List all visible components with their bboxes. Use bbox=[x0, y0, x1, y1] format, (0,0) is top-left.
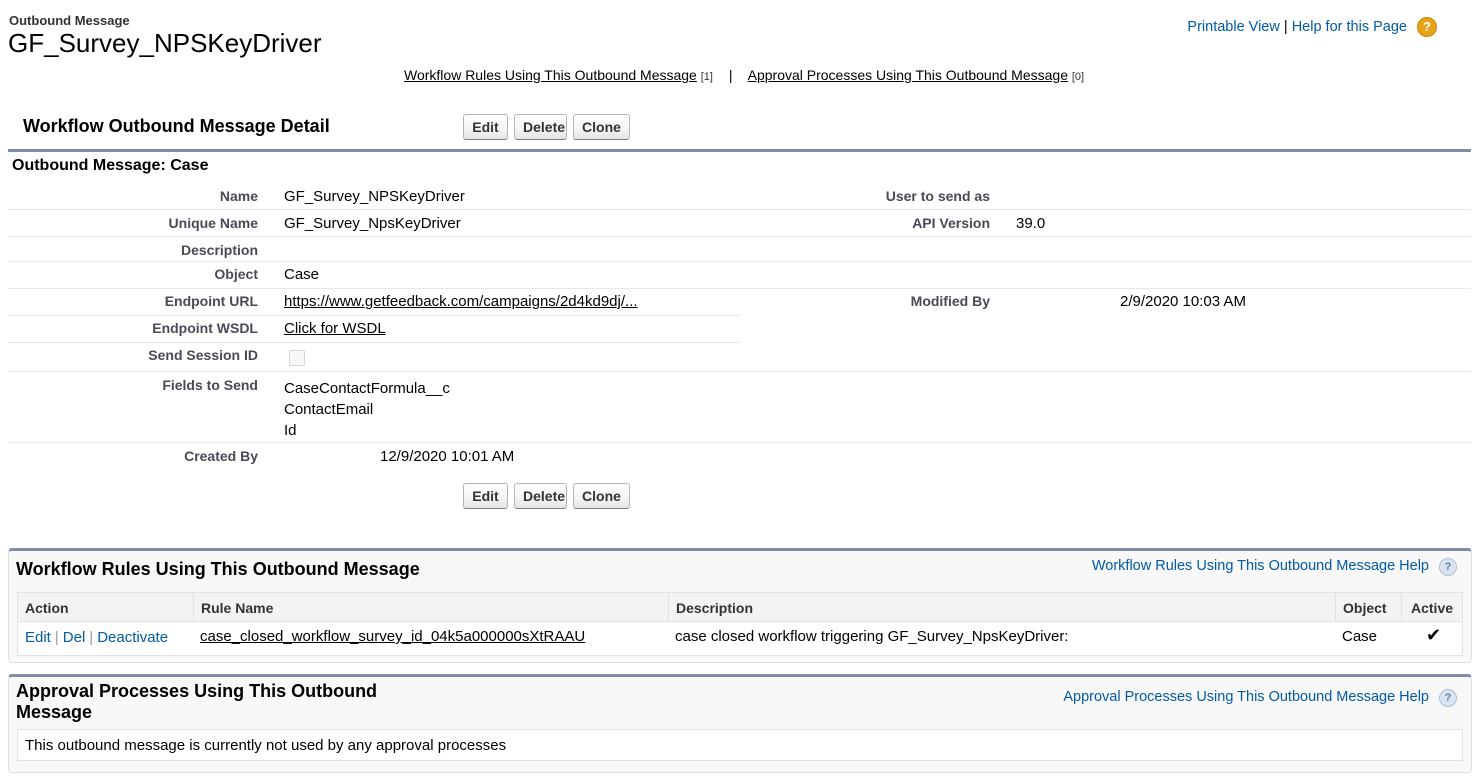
unique-name-value: GF_Survey_NpsKeyDriver bbox=[284, 215, 461, 232]
row-divider bbox=[8, 315, 740, 316]
help-for-page-link[interactable]: Help for this Page bbox=[1292, 19, 1407, 35]
action-separator: | bbox=[54, 629, 59, 646]
row-divider bbox=[8, 371, 1471, 372]
fields-to-send-list: CaseContactFormula__c ContactEmail Id bbox=[284, 378, 450, 441]
delete-button-bottom[interactable]: Delete bbox=[514, 483, 567, 509]
rule-description: case closed workflow triggering GF_Surve… bbox=[675, 628, 1069, 645]
edit-button-bottom[interactable]: Edit bbox=[463, 483, 508, 509]
modified-by-value: 2/9/2020 10:03 AM bbox=[1120, 293, 1246, 310]
object-value: Case bbox=[284, 266, 320, 283]
approval-empty-message: This outbound message is currently not u… bbox=[25, 737, 507, 754]
page-title: GF_Survey_NPSKeyDriver bbox=[8, 28, 322, 58]
column-header-object: Object bbox=[1343, 600, 1387, 616]
api-version-label: API Version bbox=[912, 215, 990, 231]
detail-top-rule bbox=[8, 149, 1471, 152]
related-list-links: Workflow Rules Using This Outbound Messa… bbox=[404, 67, 1084, 83]
api-version-value: 39.0 bbox=[1016, 215, 1046, 232]
row-divider bbox=[8, 261, 1471, 262]
approval-title-line: Approval Processes Using This Outbound bbox=[16, 681, 378, 701]
page-type: Outbound Message bbox=[9, 13, 130, 28]
workflow-rules-related-list: Workflow Rules Using This Outbound Messa… bbox=[8, 548, 1472, 663]
action-separator: | bbox=[89, 629, 94, 646]
column-divider bbox=[668, 593, 669, 621]
field-item: Id bbox=[284, 422, 297, 439]
clone-button-bottom[interactable]: Clone bbox=[573, 483, 630, 509]
workflow-rules-count: [1] bbox=[700, 71, 713, 83]
column-divider bbox=[1401, 593, 1402, 621]
related-links-separator: | bbox=[728, 67, 733, 83]
section-title: Outbound Message: Case bbox=[12, 157, 209, 174]
deactivate-rule-link[interactable]: Deactivate bbox=[97, 629, 168, 646]
field-item: ContactEmail bbox=[284, 401, 374, 418]
row-divider bbox=[8, 442, 1471, 443]
active-checkmark-icon: ✔ bbox=[1426, 625, 1442, 645]
workflow-rules-list-title: Workflow Rules Using This Outbound Messa… bbox=[16, 559, 420, 579]
row-divider bbox=[8, 342, 740, 343]
workflow-rules-table: Action Rule Name Description Object Acti… bbox=[17, 592, 1463, 656]
approval-title-line: Message bbox=[16, 702, 93, 722]
object-label: Object bbox=[214, 266, 258, 282]
created-by-value: 12/9/2020 10:01 AM bbox=[380, 448, 515, 465]
approval-processes-help-link[interactable]: Approval Processes Using This Outbound M… bbox=[1063, 689, 1429, 705]
send-session-id-checkbox bbox=[289, 350, 305, 366]
row-divider bbox=[8, 288, 1471, 289]
field-item: CaseContactFormula__c bbox=[284, 380, 450, 397]
approval-processes-related-link[interactable]: Approval Processes Using This Outbound M… bbox=[748, 67, 1068, 83]
approval-processes-help: Approval Processes Using This Outbound M… bbox=[1063, 689, 1457, 707]
name-value: GF_Survey_NPSKeyDriver bbox=[284, 188, 465, 205]
approval-processes-count: [0] bbox=[1071, 71, 1085, 83]
column-divider bbox=[1335, 593, 1336, 621]
user-to-send-as-label: User to send as bbox=[885, 188, 990, 204]
endpoint-wsdl-link[interactable]: Click for WSDL bbox=[284, 320, 386, 337]
edit-rule-link[interactable]: Edit bbox=[25, 629, 51, 646]
top-links: Printable View | Help for this Page ? bbox=[1187, 17, 1437, 37]
column-header-active: Active bbox=[1411, 600, 1454, 616]
endpoint-wsdl-label: Endpoint WSDL bbox=[152, 320, 258, 336]
row-divider bbox=[8, 236, 1471, 237]
table-header-row: Action Rule Name Description Object Acti… bbox=[18, 593, 1462, 622]
approval-processes-list-title: Approval Processes Using This Outbound M… bbox=[16, 681, 377, 723]
endpoint-url-label: Endpoint URL bbox=[164, 293, 258, 309]
help-icon[interactable]: ? bbox=[1417, 17, 1437, 37]
workflow-rules-help-link[interactable]: Workflow Rules Using This Outbound Messa… bbox=[1092, 558, 1429, 574]
top-links-separator: | bbox=[1283, 18, 1288, 35]
question-icon[interactable]: ? bbox=[1439, 558, 1457, 576]
clone-button[interactable]: Clone bbox=[573, 114, 630, 140]
rule-object: Case bbox=[1342, 628, 1378, 645]
column-header-action: Action bbox=[25, 600, 69, 616]
printable-view-link[interactable]: Printable View bbox=[1187, 19, 1279, 35]
column-divider bbox=[193, 593, 194, 621]
column-header-description: Description bbox=[676, 600, 754, 616]
created-by-label: Created By bbox=[184, 448, 258, 464]
delete-button[interactable]: Delete bbox=[514, 114, 567, 140]
row-divider bbox=[8, 209, 1471, 210]
fields-to-send-label: Fields to Send bbox=[162, 377, 258, 393]
rule-name-link[interactable]: case_closed_workflow_survey_id_04k5a0000… bbox=[200, 628, 585, 645]
row-actions: Edit | Del | Deactivate bbox=[25, 629, 168, 646]
workflow-rules-related-link[interactable]: Workflow Rules Using This Outbound Messa… bbox=[404, 67, 697, 83]
name-label: Name bbox=[219, 188, 258, 204]
modified-by-label: Modified By bbox=[910, 293, 990, 309]
unique-name-label: Unique Name bbox=[168, 215, 258, 231]
approval-empty-box: This outbound message is currently not u… bbox=[17, 729, 1463, 761]
edit-button[interactable]: Edit bbox=[463, 114, 508, 140]
description-label: Description bbox=[180, 242, 258, 258]
question-icon[interactable]: ? bbox=[1439, 689, 1457, 707]
column-header-rule-name: Rule Name bbox=[201, 600, 274, 616]
send-session-id-label: Send Session ID bbox=[148, 347, 258, 363]
detail-heading: Workflow Outbound Message Detail bbox=[23, 116, 330, 136]
approval-processes-related-list: Approval Processes Using This Outbound M… bbox=[8, 674, 1472, 773]
endpoint-url-link[interactable]: https://www.getfeedback.com/campaigns/2d… bbox=[284, 293, 638, 310]
delete-rule-link[interactable]: Del bbox=[63, 629, 86, 646]
workflow-rules-help: Workflow Rules Using This Outbound Messa… bbox=[1092, 558, 1457, 576]
